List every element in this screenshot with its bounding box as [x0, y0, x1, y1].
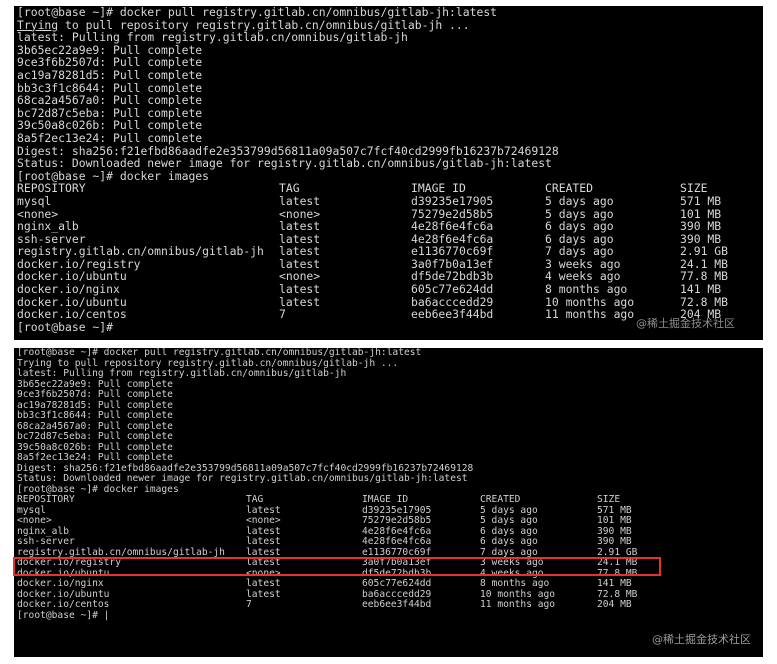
- image-id-cell: 605c77e624dd: [362, 578, 432, 589]
- header-repository: REPOSITORY: [17, 494, 75, 505]
- terminal-line: bb3c3f1c8644: Pull complete: [17, 410, 173, 421]
- created-cell: 8 months ago: [480, 578, 550, 589]
- image-row: docker.io/registry latest 3a0f7b0a13ef 3 we…: [17, 258, 763, 271]
- size-cell: 141 MB: [680, 282, 722, 297]
- terminal-prompt[interactable]: [root@base ~]# |: [17, 610, 763, 622]
- terminal-line: [root@base ~]# docker pull registry.gitl…: [17, 348, 422, 358]
- created-cell: 8 months ago: [545, 282, 628, 297]
- size-cell: 101 MB: [597, 515, 632, 526]
- terminal-line: latest: Pulling from registry.gitlab.cn/…: [17, 30, 408, 45]
- image-row: registry.gitlab.cn/omnibus/gitlab-jh late…: [17, 245, 763, 258]
- repository-cell: nginx_alb: [17, 219, 79, 234]
- repository-cell: ssh-server: [17, 536, 75, 547]
- size-cell: 571 MB: [680, 193, 722, 208]
- created-cell: 5 days ago: [545, 193, 614, 208]
- header-size: SIZE: [597, 494, 621, 505]
- images-table-body: mysql latest d39235e17905 5 days ago 571 MB <…: [17, 505, 763, 611]
- repository-cell: docker.io/centos: [17, 599, 110, 610]
- image-id-cell: d39235e17905: [411, 193, 494, 208]
- repository-cell: docker.io/centos: [17, 307, 127, 322]
- terminal-line: 8a5f2ec13e24: Pull complete: [17, 130, 203, 145]
- image-row: <none> <none> 75279e2d58b5 5 days ago 101 MB: [17, 207, 763, 221]
- created-cell: 6 days ago: [480, 536, 538, 547]
- header-image-id: IMAGE ID: [362, 494, 409, 505]
- image-row: docker.io/ubuntu latest ba6acccedd29 10 mon…: [17, 296, 763, 309]
- watermark: @稀土掘金技术社区: [636, 317, 735, 330]
- size-cell: 24.1 MB: [597, 557, 638, 568]
- terminal-line: 9ce3f6b2507d: Pull complete: [17, 389, 173, 400]
- created-cell: 6 days ago: [545, 219, 614, 234]
- terminal-line: [root@base ~]# docker images: [17, 168, 210, 183]
- image-row: mysql latest d39235e17905 5 days ago 571 MB: [17, 195, 763, 208]
- image-row: docker.io/registry latest 3a0f7b0a13ef 3 we…: [17, 557, 763, 569]
- image-id-cell: e1136770c69f: [411, 244, 494, 259]
- image-row: ssh-server latest 4e28f6e4fc6a 6 days ago 39…: [17, 536, 763, 548]
- images-table-body: mysql latest d39235e17905 5 days ago 571 MB <…: [17, 195, 763, 321]
- tag-cell: latest: [279, 244, 321, 259]
- tag-cell: latest: [279, 219, 321, 234]
- tag-cell: 7: [279, 307, 286, 322]
- image-id-cell: eeb6ee3f44bd: [362, 599, 432, 610]
- image-row: docker.io/nginx latest 605c77e624dd 8 month…: [17, 578, 763, 590]
- page: [root@base ~]# docker pull registry.gitl…: [0, 0, 777, 664]
- image-id-cell: eeb6ee3f44bd: [411, 307, 494, 322]
- terminal-line: ac19a78281d5: Pull complete: [17, 67, 203, 82]
- image-row: <none> <none> 75279e2d58b5 5 days ago 101 MB: [17, 515, 763, 527]
- image-id-cell: 75279e2d58b5: [362, 515, 432, 526]
- created-cell: 3 weeks ago: [480, 557, 544, 568]
- image-row: nginx_alb latest 4e28f6e4fc6a 6 days ago 390…: [17, 220, 763, 233]
- terminal-window-bottom[interactable]: [root@base ~]# docker pull registry.gitl…: [14, 348, 763, 657]
- tag-cell: latest: [246, 578, 281, 589]
- terminal-line: Status: Downloaded newer image for regis…: [17, 473, 468, 484]
- image-row: docker.io/ubuntu <none> df5de72bdb3b 4 week…: [17, 270, 763, 283]
- repository-cell: mysql: [17, 193, 52, 208]
- created-cell: 11 months ago: [480, 599, 556, 610]
- terminal-window-top[interactable]: [root@base ~]# docker pull registry.gitl…: [14, 6, 763, 340]
- repository-cell: registry.gitlab.cn/omnibus/gitlab-jh: [17, 244, 264, 259]
- created-cell: 11 months ago: [545, 307, 635, 322]
- image-id-cell: 4e28f6e4fc6a: [362, 536, 432, 547]
- terminal-line: bc72d87c5eba: Pull complete: [17, 431, 173, 442]
- terminal-line: latest: Pulling from registry.gitlab.cn/…: [17, 368, 347, 379]
- image-id-cell: 605c77e624dd: [411, 282, 494, 297]
- repository-cell: docker.io/nginx: [17, 282, 120, 297]
- tag-cell: latest: [246, 536, 281, 547]
- header-created: CREATED: [480, 494, 521, 505]
- images-header-row: REPOSITORY TAG IMAGE ID CREATED SIZE: [17, 494, 763, 506]
- image-id-cell: 3a0f7b0a13ef: [362, 557, 432, 568]
- terminal-line: Status: Downloaded newer image for regis…: [17, 156, 552, 171]
- repository-cell: <none>: [17, 515, 52, 526]
- size-cell: 390 MB: [680, 219, 722, 234]
- watermark: @稀土掘金技术社区: [652, 633, 751, 646]
- repository-cell: docker.io/nginx: [17, 578, 104, 589]
- terminal-line: 8a5f2ec13e24: Pull complete: [17, 452, 173, 463]
- size-cell: 204 MB: [597, 599, 632, 610]
- images-header-row: REPOSITORY TAG IMAGE ID CREATED SIZE: [17, 182, 763, 195]
- header-tag: TAG: [246, 494, 264, 505]
- size-cell: 141 MB: [597, 578, 632, 589]
- size-cell: 2.91 GB: [680, 244, 729, 259]
- repository-cell: docker.io/registry: [17, 557, 121, 568]
- tag-cell: <none>: [246, 515, 281, 526]
- image-id-cell: 4e28f6e4fc6a: [411, 219, 494, 234]
- image-row: docker.io/centos 7 eeb6ee3f44bd 11 months a…: [17, 599, 763, 611]
- tag-cell: latest: [279, 193, 321, 208]
- created-cell: 7 days ago: [545, 244, 614, 259]
- tag-cell: 7: [246, 599, 252, 610]
- image-row: docker.io/nginx latest 605c77e624dd 8 month…: [17, 283, 763, 296]
- tag-cell: latest: [279, 282, 321, 297]
- created-cell: 5 days ago: [480, 515, 538, 526]
- terminal-line: 68ca2a4567a0: Pull complete: [17, 93, 203, 108]
- size-cell: 390 MB: [597, 536, 632, 547]
- tag-cell: latest: [246, 557, 281, 568]
